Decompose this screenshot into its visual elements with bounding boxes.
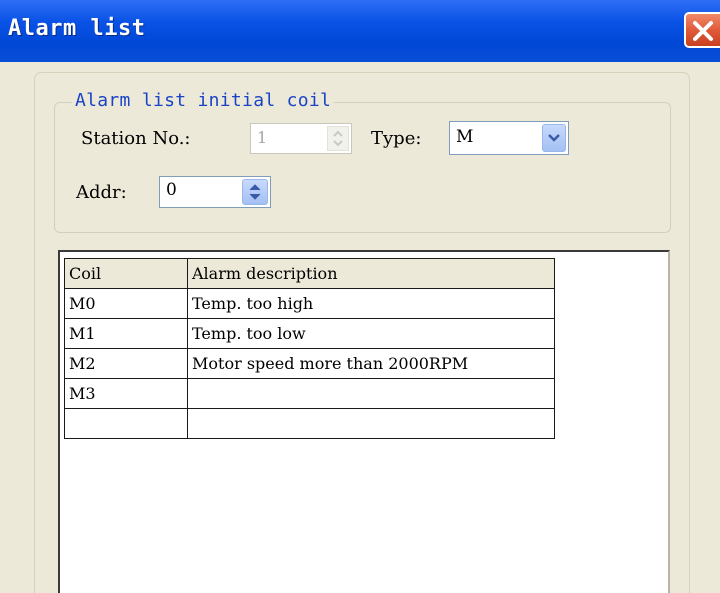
description-cell[interactable]: Temp. too low	[187, 318, 555, 349]
table-row[interactable]: M0 Temp. too high	[64, 288, 555, 319]
alarm-list-window: Alarm list Alarm list initial coil Stati…	[0, 0, 720, 593]
table-row[interactable]: M2 Motor speed more than 2000RPM	[64, 348, 555, 379]
group-legend: Alarm list initial coil	[72, 90, 335, 111]
station-spin-buttons	[327, 126, 349, 151]
close-button[interactable]	[684, 12, 720, 48]
type-label: Type:	[371, 128, 422, 149]
coil-cell[interactable]: M0	[64, 288, 188, 319]
coil-cell[interactable]: M1	[64, 318, 188, 349]
column-header-description[interactable]: Alarm description	[187, 258, 555, 289]
table-header-row: Coil Alarm description	[64, 258, 555, 289]
description-cell[interactable]	[187, 378, 555, 409]
title-bar[interactable]: Alarm list	[0, 0, 720, 62]
addr-spinner[interactable]: 0	[159, 176, 271, 208]
alarm-list-view[interactable]: Coil Alarm description M0 Temp. too high…	[58, 250, 670, 593]
station-number-value: 1	[257, 128, 268, 147]
dialog-body: Alarm list initial coil Station No.: 1 T…	[0, 62, 720, 593]
alarm-table: Coil Alarm description M0 Temp. too high…	[64, 258, 555, 439]
addr-spin-buttons[interactable]	[242, 179, 268, 205]
chevron-down-icon	[548, 134, 560, 142]
station-label: Station No.:	[81, 128, 191, 149]
description-cell[interactable]: Motor speed more than 2000RPM	[187, 348, 555, 379]
spin-arrows-icon	[333, 130, 343, 147]
table-row[interactable]: M3	[64, 378, 555, 409]
coil-cell[interactable]: M3	[64, 378, 188, 409]
window-title: Alarm list	[8, 16, 146, 41]
spin-arrows-icon	[249, 184, 261, 200]
coil-cell[interactable]	[64, 408, 188, 439]
initial-coil-group	[54, 102, 671, 233]
type-value: M	[456, 127, 474, 147]
type-dropdown-button[interactable]	[542, 124, 566, 152]
description-cell[interactable]: Temp. too high	[187, 288, 555, 319]
close-icon	[693, 21, 713, 41]
addr-label: Addr:	[76, 182, 127, 203]
coil-cell[interactable]: M2	[64, 348, 188, 379]
column-header-coil[interactable]: Coil	[64, 258, 188, 289]
station-number-spinner: 1	[250, 123, 352, 154]
description-cell[interactable]	[187, 408, 555, 439]
addr-value[interactable]: 0	[166, 180, 177, 200]
table-row[interactable]	[64, 408, 555, 439]
type-select[interactable]: M	[449, 121, 569, 155]
table-row[interactable]: M1 Temp. too low	[64, 318, 555, 349]
